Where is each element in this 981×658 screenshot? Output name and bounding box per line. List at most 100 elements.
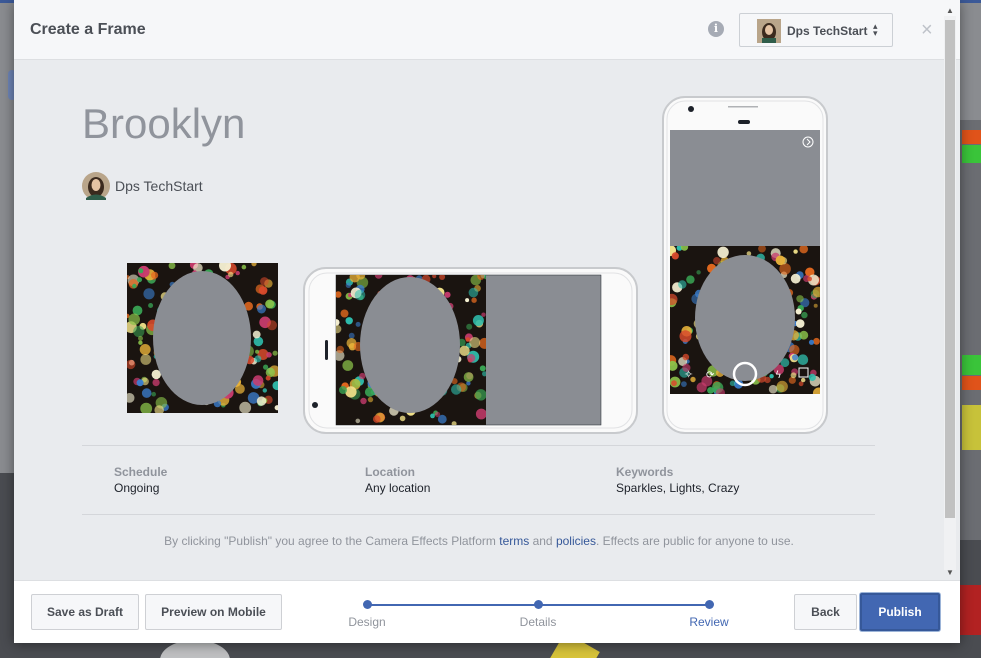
bokeh-light (465, 337, 471, 342)
bokeh-light (801, 311, 808, 319)
save-as-draft-button[interactable]: Save as Draft (31, 594, 139, 630)
info-icon[interactable]: i (708, 21, 724, 37)
terms-link[interactable]: terms (499, 534, 529, 548)
dialog-header: Create a Frame i Dps TechStart ▴ ▾ × (14, 0, 960, 60)
scroll-up-icon[interactable]: ▲ (944, 6, 956, 15)
step-dot-design[interactable] (363, 600, 372, 609)
bokeh-light (682, 353, 690, 361)
bokeh-light (128, 313, 140, 326)
frame-name-heading: Brooklyn (82, 100, 246, 147)
bokeh-light (133, 325, 145, 338)
bokeh-light (138, 268, 144, 274)
bokeh-light (795, 319, 805, 328)
bokeh-light (258, 286, 268, 295)
bokeh-light (265, 375, 271, 381)
bokeh-light (151, 271, 159, 279)
bokeh-light (138, 335, 143, 341)
creator-name: Dps TechStart (115, 178, 203, 194)
dialog-title: Create a Frame (30, 21, 146, 38)
bokeh-light (769, 374, 774, 379)
keywords-value: Sparkles, Lights, Crazy (616, 481, 740, 495)
create-frame-dialog: Create a Frame i Dps TechStart ▴ ▾ × ▲ ▼ … (14, 0, 960, 643)
bokeh-light (132, 283, 137, 289)
bokeh-light (463, 372, 474, 382)
bokeh-light (340, 309, 349, 318)
step-label-review[interactable]: Review (664, 615, 754, 629)
bokeh-light (260, 277, 269, 286)
bokeh-light (252, 375, 264, 386)
bokeh-light (359, 372, 366, 380)
bokeh-light (434, 411, 441, 418)
policies-link[interactable]: policies (556, 534, 596, 548)
bokeh-light (137, 277, 142, 283)
step-dot-review[interactable] (705, 600, 714, 609)
bokeh-light (681, 381, 687, 387)
bokeh-light (451, 384, 462, 395)
bokeh-light (481, 312, 486, 317)
bokeh-light (342, 360, 354, 371)
bokeh-light (267, 320, 277, 331)
bokeh-light (140, 354, 152, 365)
bokeh-light (151, 391, 156, 397)
schedule-label: Schedule (114, 465, 168, 479)
bokeh-light (479, 365, 486, 372)
publish-agreement-text: By clicking "Publish" you agree to the C… (14, 534, 944, 548)
step-dot-details[interactable] (534, 600, 543, 609)
svg-text:⟳: ⟳ (706, 370, 715, 381)
bokeh-light (671, 380, 677, 387)
bokeh-light (339, 386, 347, 394)
bokeh-light (475, 389, 486, 401)
bokeh-light (148, 303, 154, 308)
bokeh-light (807, 276, 812, 282)
bokeh-light (355, 321, 361, 327)
back-button[interactable]: Back (794, 594, 857, 630)
step-label-details[interactable]: Details (493, 615, 583, 629)
scroll-down-icon[interactable]: ▼ (944, 568, 956, 577)
dialog-scrollbar[interactable]: ▲ ▼ (944, 6, 956, 578)
bokeh-light (466, 323, 473, 330)
bokeh-light (345, 282, 352, 288)
bokeh-light (808, 373, 816, 381)
location-label: Location (365, 465, 415, 479)
account-name: Dps TechStart (787, 24, 868, 38)
bokeh-light (729, 380, 736, 387)
bokeh-light (696, 382, 707, 393)
bokeh-light (467, 354, 476, 363)
bokeh-light (707, 387, 714, 394)
bokeh-light (799, 330, 809, 340)
bokeh-light (472, 315, 484, 326)
close-icon[interactable]: × (921, 20, 933, 40)
account-selector[interactable]: Dps TechStart ▴ ▾ (739, 13, 893, 47)
bokeh-light (468, 287, 479, 298)
bokeh-light (796, 295, 804, 303)
step-label-design[interactable]: Design (322, 615, 412, 629)
bokeh-light (272, 350, 278, 356)
bokeh-light (465, 298, 470, 303)
bokeh-light (266, 352, 272, 358)
background-accent (962, 405, 981, 450)
preview-on-mobile-button[interactable]: Preview on Mobile (145, 594, 282, 630)
bokeh-light (793, 249, 798, 254)
legal-text: and (529, 534, 556, 548)
bokeh-light (459, 345, 470, 356)
bokeh-light (336, 345, 345, 354)
location-value: Any location (365, 481, 431, 495)
bokeh-light (138, 340, 143, 345)
scrollbar-thumb[interactable] (945, 20, 955, 518)
chevron-up-down-icon: ▴ ▾ (873, 21, 878, 38)
bokeh-light (813, 337, 820, 345)
background-accent (962, 376, 981, 390)
bokeh-light (139, 344, 151, 355)
bokeh-light (775, 255, 786, 266)
divider (82, 514, 875, 515)
publish-button[interactable]: Publish (860, 593, 940, 631)
bokeh-light (795, 308, 802, 315)
bokeh-light (354, 289, 366, 301)
bokeh-light (235, 270, 240, 276)
bokeh-light (801, 377, 806, 383)
bokeh-light (256, 396, 267, 406)
bokeh-light (679, 330, 692, 343)
bokeh-light (686, 275, 695, 284)
bokeh-light (367, 396, 374, 403)
background-accent (962, 130, 981, 144)
